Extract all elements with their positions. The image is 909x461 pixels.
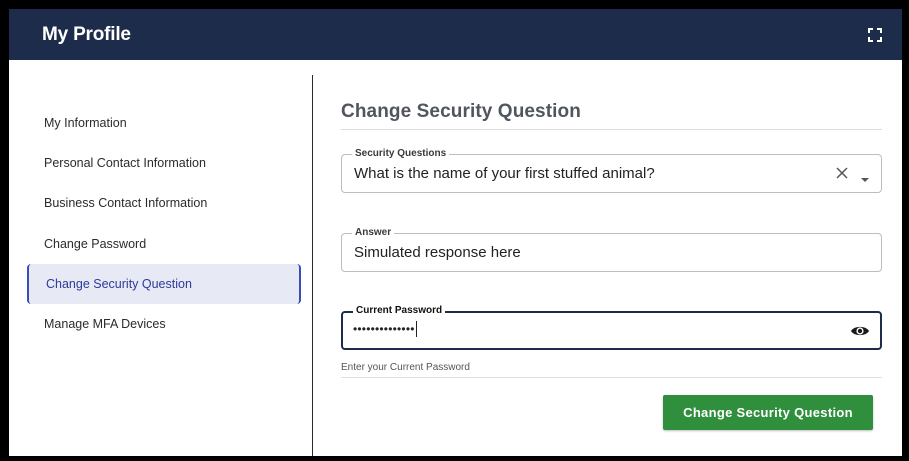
- answer-field[interactable]: Answer Simulated response here: [341, 227, 882, 272]
- sidebar-item-label: Change Password: [44, 237, 147, 251]
- security-question-select[interactable]: Security Questions What is the name of y…: [341, 148, 882, 193]
- sidebar-item-personal-contact-information[interactable]: Personal Contact Information: [27, 143, 301, 183]
- chevron-down-icon[interactable]: [860, 170, 870, 182]
- app-header: My Profile: [9, 9, 902, 60]
- answer-value: Simulated response here: [354, 244, 521, 261]
- current-password-value: ••••••••••••••: [353, 321, 417, 337]
- section-title: Change Security Question: [341, 101, 882, 130]
- profile-window: My Profile My Information Personal Conta…: [9, 9, 902, 456]
- sidebar-item-label: Personal Contact Information: [44, 156, 206, 170]
- sidebar-item-change-security-question[interactable]: Change Security Question: [27, 264, 301, 304]
- sidebar-item-label: My Information: [44, 116, 127, 130]
- sidebar-item-manage-mfa-devices[interactable]: Manage MFA Devices: [27, 304, 301, 344]
- fullscreen-icon[interactable]: [868, 27, 882, 42]
- password-mask: ••••••••••••••: [353, 322, 415, 336]
- sidebar-item-label: Manage MFA Devices: [44, 317, 166, 331]
- sidebar-item-label: Business Contact Information: [44, 196, 208, 210]
- sidebar-item-business-contact-information[interactable]: Business Contact Information: [27, 183, 301, 223]
- page-title: My Profile: [42, 23, 131, 45]
- text-caret: [415, 321, 417, 337]
- eye-icon[interactable]: [850, 323, 870, 339]
- sidebar-item-my-information[interactable]: My Information: [27, 103, 301, 143]
- current-password-label: Current Password: [353, 305, 446, 317]
- sidebar-item-change-password[interactable]: Change Password: [27, 224, 301, 264]
- sidebar-nav: My Information Personal Contact Informat…: [9, 75, 313, 456]
- password-helper-text: Enter your Current Password: [341, 362, 470, 373]
- change-security-question-button[interactable]: Change Security Question: [663, 395, 873, 430]
- security-question-label: Security Questions: [352, 148, 450, 160]
- answer-label: Answer: [352, 227, 395, 239]
- sidebar-item-label: Change Security Question: [46, 277, 192, 291]
- clear-icon[interactable]: [835, 166, 849, 180]
- divider: [341, 377, 882, 378]
- security-question-value: What is the name of your first stuffed a…: [354, 165, 655, 182]
- current-password-field[interactable]: Current Password ••••••••••••••: [341, 305, 882, 350]
